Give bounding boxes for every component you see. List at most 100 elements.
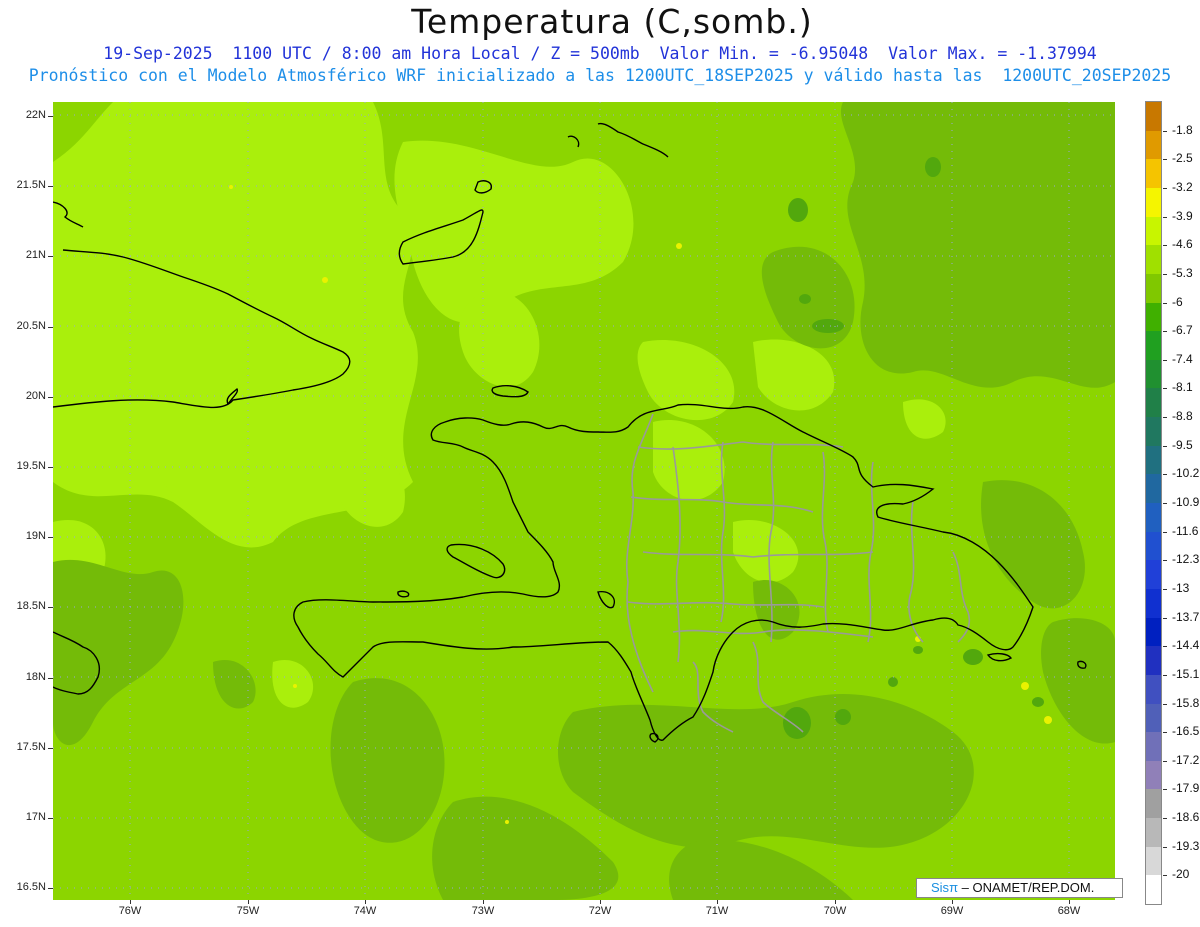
colorbar-label: -16.5 xyxy=(1172,724,1200,739)
colorbar-label: -13.7 xyxy=(1172,609,1200,624)
colorbar-label: -6.7 xyxy=(1172,323,1193,338)
colorbar-tick xyxy=(1163,760,1167,762)
colorbar-swatch xyxy=(1146,302,1161,332)
lon-label: 76W xyxy=(118,905,142,917)
colorbar-swatch xyxy=(1146,732,1161,762)
colorbar-tick xyxy=(1163,875,1167,877)
lat-tick xyxy=(48,116,53,117)
colorbar-tick xyxy=(1163,445,1167,447)
lat-label: 18N xyxy=(25,671,46,683)
colorbar-swatch xyxy=(1146,560,1161,590)
colorbar-label: -1.8 xyxy=(1172,122,1193,137)
colorbar-tick xyxy=(1163,617,1167,619)
colorbar-label: -3.9 xyxy=(1172,208,1193,223)
lon-tick xyxy=(600,900,601,904)
valid-time-line: 19-Sep-2025 1100 UTC / 8:00 am Hora Loca… xyxy=(103,44,1097,63)
colorbar-tick xyxy=(1163,273,1167,275)
colorbar-swatch xyxy=(1146,818,1161,848)
lat-tick xyxy=(48,327,53,328)
lat-tick xyxy=(48,467,53,468)
colorbar-label: -6 xyxy=(1172,294,1183,309)
lon-tick xyxy=(1069,900,1070,904)
colorbar-swatch xyxy=(1146,646,1161,676)
colorbar-swatch xyxy=(1146,187,1161,218)
lon-label: 74W xyxy=(353,905,377,917)
lon-label: 72W xyxy=(588,905,612,917)
colorbar-tick xyxy=(1163,187,1167,189)
colorbar-label: -10.2 xyxy=(1172,466,1200,481)
lat-label: 20.5N xyxy=(16,320,46,332)
colorbar-swatch xyxy=(1146,273,1161,303)
colorbar-swatch xyxy=(1146,846,1161,876)
colorbar-tick xyxy=(1163,674,1167,676)
colorbar-swatch xyxy=(1146,417,1161,447)
colorbar-swatch xyxy=(1146,216,1161,246)
colorbar-tick xyxy=(1163,789,1167,791)
colorbar-tick xyxy=(1163,503,1167,504)
lat-label: 20N xyxy=(25,390,46,402)
colorbar-label: -11.6 xyxy=(1172,523,1199,538)
colorbar-tick xyxy=(1163,331,1167,333)
lat-tick xyxy=(48,397,53,398)
colorbar-swatch xyxy=(1146,588,1161,619)
temperature-map[interactable] xyxy=(53,102,1115,900)
colorbar-swatch xyxy=(1146,789,1161,819)
colorbar-swatch xyxy=(1146,703,1161,733)
colorbar-label: -7.4 xyxy=(1172,351,1193,366)
lon-label: 73W xyxy=(471,905,495,917)
lat-tick xyxy=(48,607,53,608)
map-canvas xyxy=(53,102,1115,900)
colorbar-tick xyxy=(1163,302,1167,304)
colorbar-swatch xyxy=(1146,245,1161,275)
colorbar-tick xyxy=(1163,130,1167,132)
lat-label: 16.5N xyxy=(16,881,46,893)
colorbar-swatch xyxy=(1146,388,1161,418)
lat-label: 19N xyxy=(25,530,46,542)
colorbar-label: -14.4 xyxy=(1172,638,1200,653)
colorbar-tick xyxy=(1163,703,1167,705)
lat-tick xyxy=(48,888,53,889)
colorbar-label: -15.8 xyxy=(1172,695,1200,710)
colorbar-tick xyxy=(1163,732,1167,734)
model-info-line: Pronóstico con el Modelo Atmosférico WRF… xyxy=(28,66,1172,85)
colorbar-tick xyxy=(1163,818,1167,820)
colorbar-label: -17.2 xyxy=(1172,752,1200,767)
lon-label: 70W xyxy=(823,905,847,917)
lat-label: 19.5N xyxy=(16,460,46,472)
colorbar-tick xyxy=(1163,646,1167,648)
lat-label: 22N xyxy=(25,109,46,121)
lat-tick xyxy=(48,748,53,749)
colorbar-tick xyxy=(1163,216,1167,218)
lon-tick xyxy=(130,900,131,904)
colorbar-label: -4.6 xyxy=(1172,237,1193,252)
colorbar-tick xyxy=(1163,531,1167,533)
colorbar-label: -18.6 xyxy=(1172,810,1200,825)
lon-tick xyxy=(835,900,836,904)
colorbar-tick xyxy=(1163,588,1167,590)
colorbar-tick xyxy=(1163,359,1167,361)
colorbar-label: -20 xyxy=(1172,867,1190,882)
colorbar-swatch xyxy=(1146,102,1161,132)
colorbar-swatch xyxy=(1146,474,1161,504)
colorbar-label: -19.3 xyxy=(1172,838,1200,853)
lat-label: 18.5N xyxy=(16,600,46,612)
lon-tick xyxy=(952,900,953,904)
colorbar xyxy=(1145,101,1162,905)
colorbar-tick xyxy=(1163,159,1167,161)
colorbar-label: -12.3 xyxy=(1172,552,1200,567)
colorbar-label: -17.9 xyxy=(1172,781,1200,796)
colorbar-swatch xyxy=(1146,531,1161,561)
colorbar-label: -8.8 xyxy=(1172,409,1193,424)
colorbar-swatch xyxy=(1146,617,1161,647)
lon-label: 71W xyxy=(705,905,729,917)
lat-tick xyxy=(48,537,53,538)
colorbar-tick xyxy=(1163,474,1167,476)
colorbar-label: -9.5 xyxy=(1172,437,1193,452)
colorbar-tick xyxy=(1163,417,1167,419)
lat-tick xyxy=(48,678,53,679)
lat-label: 21.5N xyxy=(16,179,46,191)
colorbar-swatch xyxy=(1146,674,1161,704)
colorbar-swatch xyxy=(1146,445,1161,475)
colorbar-label: -15.1 xyxy=(1172,666,1200,681)
credit-text: – ONAMET/REP.DOM. xyxy=(958,880,1095,895)
